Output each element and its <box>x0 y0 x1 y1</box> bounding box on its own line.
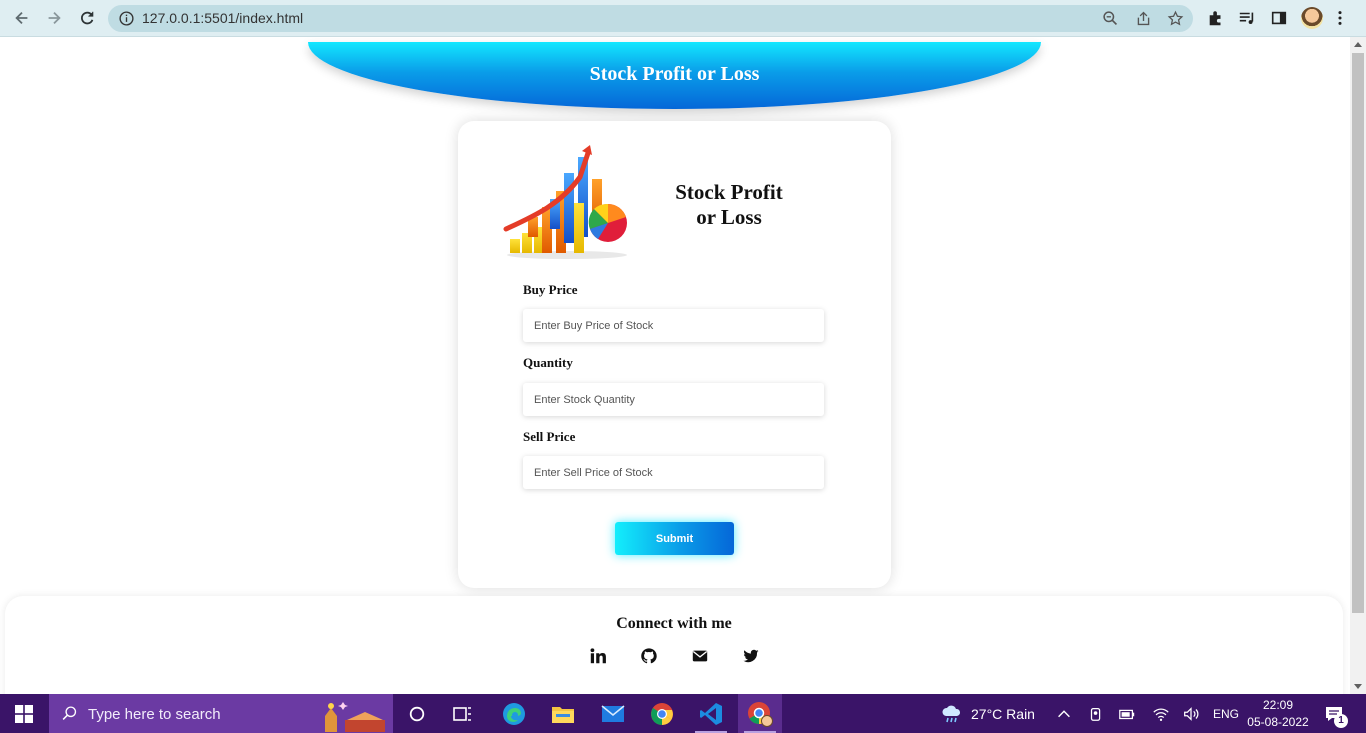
footer: Connect with me <box>5 596 1343 694</box>
url-text[interactable]: 127.0.0.1:5501/index.html <box>142 10 303 26</box>
mail-app-icon <box>601 704 625 722</box>
address-bar[interactable]: 127.0.0.1:5501/index.html <box>108 5 1193 32</box>
linkedin-icon <box>590 648 606 664</box>
reload-button[interactable] <box>74 6 100 30</box>
page-scrollbar[interactable] <box>1350 37 1366 694</box>
start-button[interactable] <box>0 694 48 733</box>
scroll-down-arrow-icon[interactable] <box>1354 684 1362 689</box>
chrome-profile-icon <box>748 701 773 727</box>
buy-price-label: Buy Price <box>523 282 578 297</box>
reload-icon <box>81 11 94 25</box>
forward-button[interactable] <box>41 6 67 30</box>
language-indicator[interactable]: ENG <box>1213 707 1239 721</box>
github-link[interactable] <box>639 646 659 666</box>
scroll-up-arrow-icon[interactable] <box>1354 42 1362 47</box>
page-title: Stock Profit or Loss <box>589 63 760 85</box>
card-title: Stock Profit or Loss <box>675 180 783 229</box>
cortana-button[interactable] <box>395 694 439 733</box>
chrome-app-button[interactable] <box>640 694 684 733</box>
search-icon <box>62 706 77 720</box>
calculator-card: Stock Profit or Loss Buy Price Quantity … <box>458 121 891 588</box>
back-arrow-icon <box>15 11 28 25</box>
forward-arrow-icon <box>48 11 61 25</box>
notification-count-badge: 1 <box>1334 714 1348 728</box>
vscode-icon <box>700 702 722 725</box>
scrollbar-thumb[interactable] <box>1352 53 1364 613</box>
github-icon <box>641 648 657 664</box>
back-button[interactable] <box>9 6 35 30</box>
stock-chart-illustration <box>503 145 627 259</box>
quantity-label: Quantity <box>523 355 573 370</box>
system-clock[interactable]: 22:09 05-08-2022 <box>1246 697 1310 731</box>
windows-logo-icon <box>15 704 33 723</box>
bookmark-star-icon[interactable] <box>1167 10 1184 27</box>
submit-button[interactable]: Submit <box>615 522 734 555</box>
twitter-link[interactable] <box>741 646 761 666</box>
meet-now-icon[interactable] <box>1087 705 1105 723</box>
edge-app-button[interactable] <box>492 694 536 733</box>
zoom-icon[interactable] <box>1102 10 1119 27</box>
clock-date: 05-08-2022 <box>1247 715 1309 729</box>
cortana-circle-icon <box>409 706 425 721</box>
show-hidden-icons-chevron-up-icon[interactable] <box>1055 705 1073 723</box>
weather-rain-icon[interactable] <box>941 704 963 724</box>
edge-icon <box>503 702 525 725</box>
site-info-icon[interactable] <box>118 10 135 27</box>
search-placeholder: Type here to search <box>88 706 221 723</box>
profile-avatar[interactable] <box>1301 7 1323 29</box>
sell-price-input[interactable] <box>523 456 824 489</box>
weather-text[interactable]: 27°C Rain <box>971 706 1035 722</box>
mail-app-button[interactable] <box>591 694 635 733</box>
sell-price-label: Sell Price <box>523 429 576 444</box>
battery-icon[interactable] <box>1118 705 1136 723</box>
browser-toolbar: 127.0.0.1:5501/index.html <box>0 0 1366 37</box>
clock-time: 22:09 <box>1262 698 1294 712</box>
buy-price-input[interactable] <box>523 309 824 342</box>
wifi-icon[interactable] <box>1152 705 1170 723</box>
twitter-icon <box>743 649 759 663</box>
header-banner: Stock Profit or Loss <box>308 42 1041 109</box>
linkedin-link[interactable] <box>588 646 608 666</box>
mail-icon <box>692 650 708 662</box>
search-highlight-illustration <box>317 696 391 732</box>
extensions-puzzle-icon[interactable] <box>1207 9 1225 27</box>
mail-link[interactable] <box>690 646 710 666</box>
footer-title: Connect with me <box>616 615 732 632</box>
file-explorer-button[interactable] <box>541 694 585 733</box>
share-icon[interactable] <box>1135 10 1152 27</box>
page-viewport: Stock Profit or Loss Stock Profit or Los… <box>0 37 1350 694</box>
quantity-input[interactable] <box>523 383 824 416</box>
chrome-profile-app-button[interactable] <box>738 694 782 733</box>
task-view-button[interactable] <box>441 694 485 733</box>
windows-taskbar: Type here to search 27°C Rain ENG 22:09 … <box>0 694 1366 733</box>
taskbar-search-box[interactable]: Type here to search <box>49 694 393 733</box>
folder-icon <box>552 706 574 723</box>
volume-icon[interactable] <box>1182 705 1200 723</box>
vscode-app-button[interactable] <box>689 694 733 733</box>
media-queue-icon[interactable] <box>1238 9 1256 27</box>
chrome-icon <box>651 702 673 725</box>
task-view-icon <box>453 706 471 721</box>
side-panel-icon[interactable] <box>1270 9 1288 27</box>
browser-menu-icon[interactable] <box>1331 9 1349 27</box>
